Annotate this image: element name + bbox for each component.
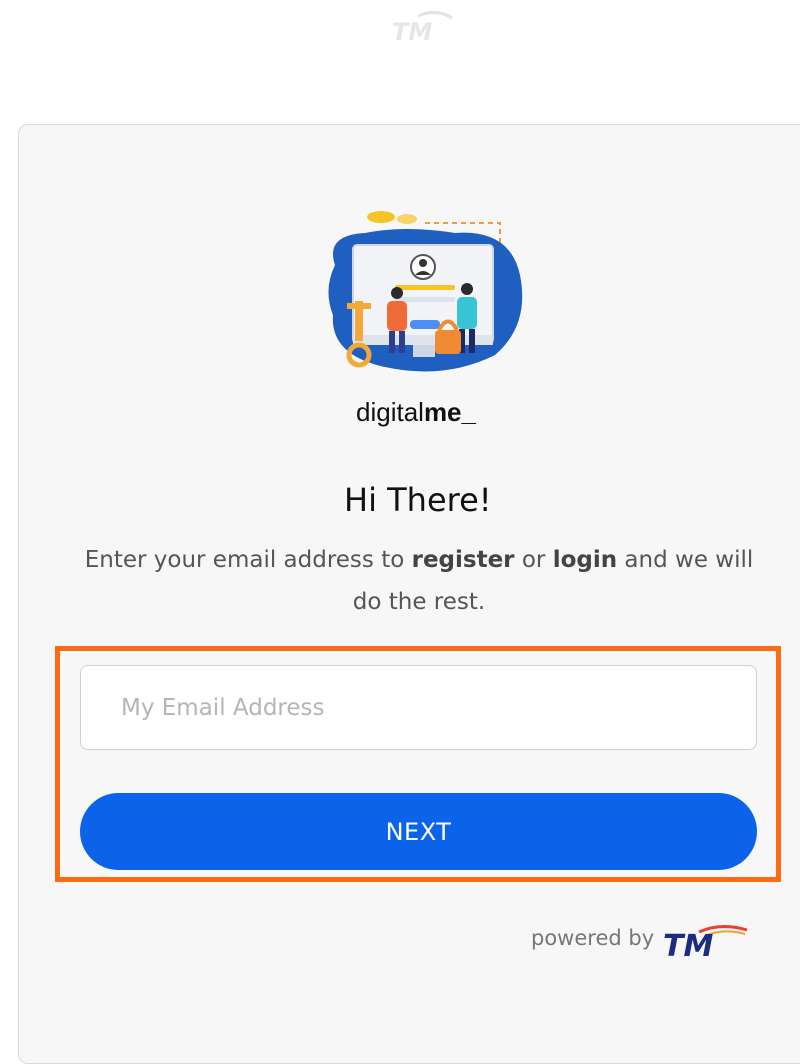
brand-name-regular: digital bbox=[356, 397, 424, 427]
instruction-text: Enter your email address to register or … bbox=[79, 539, 759, 623]
instruction-register: register bbox=[411, 547, 515, 573]
powered-logo-text: TM bbox=[663, 929, 713, 960]
login-illustration bbox=[328, 211, 523, 372]
instruction-login: login bbox=[552, 547, 618, 573]
tm-logo-icon: TM bbox=[392, 11, 453, 46]
top-logo-text: TM bbox=[392, 18, 432, 46]
powered-by-text: powered by bbox=[531, 926, 655, 950]
instruction-part-1: Enter your email address to bbox=[84, 547, 412, 573]
tm-brand-icon: TM bbox=[663, 925, 748, 960]
email-input[interactable] bbox=[80, 665, 757, 750]
brand-name-bold: me_ bbox=[423, 397, 476, 427]
page-title-text: Hi There! bbox=[344, 481, 492, 519]
login-card: digitalme_ Hi There! Enter your email ad… bbox=[18, 124, 800, 1064]
instruction-part-2: or bbox=[514, 547, 553, 573]
next-button[interactable]: NEXT bbox=[80, 793, 757, 870]
powered-by: powered by TM bbox=[531, 920, 771, 960]
